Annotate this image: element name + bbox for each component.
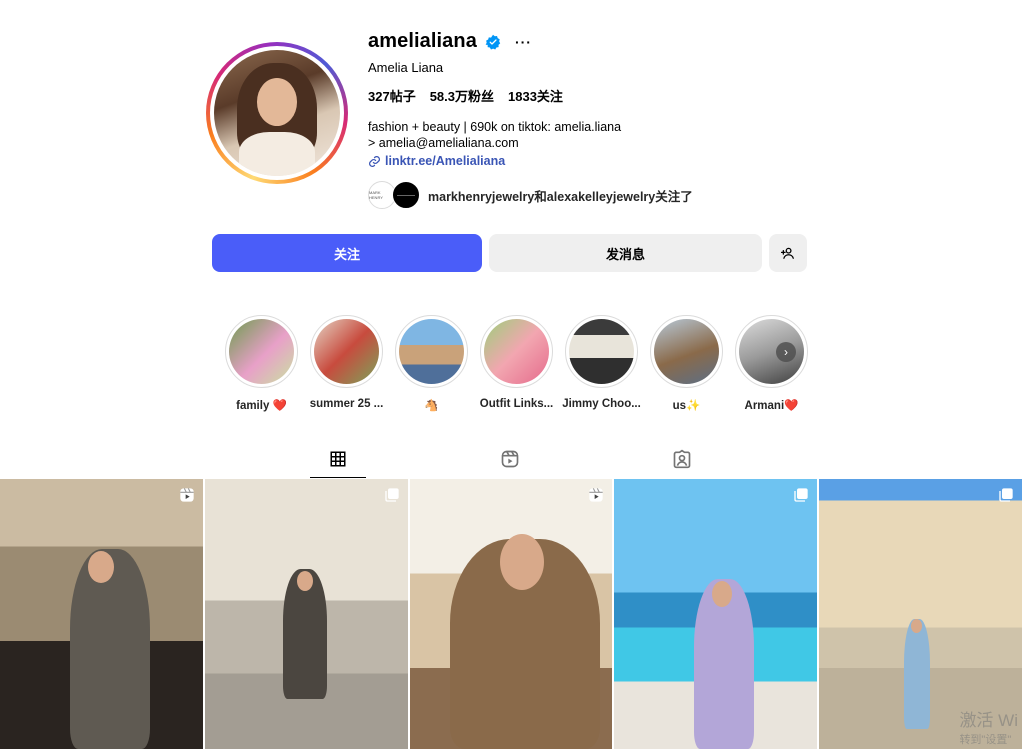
highlight-ring <box>310 315 383 388</box>
followed-by[interactable]: MARK HENRY markhenryjewelry和alexakelleyj… <box>368 181 693 209</box>
posts-grid: 激活 Wi 转到"设置" <box>0 479 1024 749</box>
bio-line-2: > amelia@amelialiana.com <box>368 136 519 150</box>
reel-icon <box>589 488 604 502</box>
add-person-icon <box>781 247 794 259</box>
highlight-label: Jimmy Choo... <box>562 398 641 410</box>
reel-icon <box>180 488 194 502</box>
highlight-item[interactable]: family ❤️ <box>225 315 298 412</box>
avatar-face <box>256 77 298 126</box>
post-tile[interactable]: 激活 Wi 转到"设置" <box>819 479 1022 749</box>
watermark-line-1: 激活 Wi <box>959 711 1018 730</box>
followers-count[interactable]: 58.3万粉丝 <box>430 86 494 105</box>
reels-icon <box>501 450 519 468</box>
following-count[interactable]: 1833关注 <box>508 86 563 105</box>
windows-activation-watermark: 激活 Wi 转到"设置" <box>959 706 1018 747</box>
highlight-item[interactable]: 🐴 <box>395 315 468 412</box>
watermark-line-2: 转到"设置" <box>959 734 1012 746</box>
follower-avatar-alexakelley <box>392 181 420 209</box>
post-subject <box>70 549 150 749</box>
profile-avatar[interactable] <box>206 42 348 184</box>
highlight-label: family ❤️ <box>236 400 287 412</box>
tab-posts[interactable] <box>310 440 366 478</box>
follow-button[interactable]: 关注 <box>212 234 482 272</box>
link-icon <box>369 155 380 167</box>
bio-link-text[interactable]: linktr.ee/Amelialiana <box>385 154 505 168</box>
carousel-icon <box>999 488 1013 502</box>
tagged-icon <box>673 449 691 469</box>
suggested-users-button[interactable] <box>769 234 807 272</box>
highlight-item[interactable]: › Armani❤️ <box>735 315 808 412</box>
highlight-cover <box>229 319 294 384</box>
avatar-photo <box>214 50 340 176</box>
post-subject <box>904 619 931 729</box>
bio-link[interactable]: linktr.ee/Amelialiana <box>368 154 505 168</box>
highlight-label: us✨ <box>672 400 701 412</box>
username: amelialiana <box>368 30 477 52</box>
story-highlights: family ❤️ summer 25 ... 🐴 Outfit Links..… <box>225 315 808 412</box>
profile-stats: 327帖子 58.3万粉丝 1833关注 <box>368 86 563 105</box>
full-name: Amelia Liana <box>368 60 444 75</box>
post-tile[interactable] <box>409 479 613 749</box>
highlight-cover <box>314 319 379 384</box>
message-button[interactable]: 发消息 <box>489 234 762 272</box>
post-subject-face <box>296 571 313 591</box>
highlight-cover: › <box>739 319 804 384</box>
avatar-inner <box>210 46 344 180</box>
highlight-label: summer 25 ... <box>309 398 384 410</box>
highlight-ring <box>565 315 638 388</box>
highlight-label: Outfit Links... <box>479 398 554 410</box>
highlight-item[interactable]: Outfit Links... <box>480 315 553 412</box>
posts-grid-icon <box>330 451 346 466</box>
highlight-ring: › <box>735 315 808 388</box>
highlight-item[interactable]: summer 25 ... <box>310 315 383 412</box>
highlight-ring <box>650 315 723 388</box>
post-tile[interactable] <box>614 479 818 749</box>
post-tile[interactable] <box>204 479 408 749</box>
post-subject-face <box>499 534 544 590</box>
highlight-cover <box>484 319 549 384</box>
highlight-item[interactable]: us✨ <box>650 315 723 412</box>
highlight-label: Armani❤️ <box>744 400 799 412</box>
chevron-right-icon[interactable]: › <box>776 341 796 362</box>
bio-line-1: fashion + beauty | 690k on tiktok: ameli… <box>368 120 622 134</box>
bio: fashion + beauty | 690k on tiktok: ameli… <box>368 119 621 151</box>
highlight-ring <box>225 315 298 388</box>
highlight-ring <box>480 315 553 388</box>
highlight-item[interactable]: Jimmy Choo... <box>562 315 641 412</box>
post-tile[interactable] <box>0 479 203 749</box>
tab-tagged[interactable] <box>654 440 710 478</box>
highlight-cover <box>569 319 634 384</box>
followed-by-text: markhenryjewelry和alexakelleyjewelry关注了 <box>428 189 693 204</box>
more-options-button[interactable]: ··· <box>515 34 532 50</box>
verified-badge-icon <box>485 34 501 49</box>
carousel-icon <box>794 488 808 502</box>
highlight-cover <box>654 319 719 384</box>
highlight-cover <box>399 319 464 384</box>
highlight-label: 🐴 <box>424 400 439 412</box>
carousel-icon <box>384 488 399 502</box>
username-row: amelialiana ··· <box>368 30 532 53</box>
post-subject-face <box>88 551 114 583</box>
posts-count: 327帖子 <box>368 89 416 104</box>
tab-reels[interactable] <box>482 440 538 478</box>
profile-tabs <box>0 440 1024 478</box>
avatar-top <box>239 131 315 176</box>
highlight-ring <box>395 315 468 388</box>
